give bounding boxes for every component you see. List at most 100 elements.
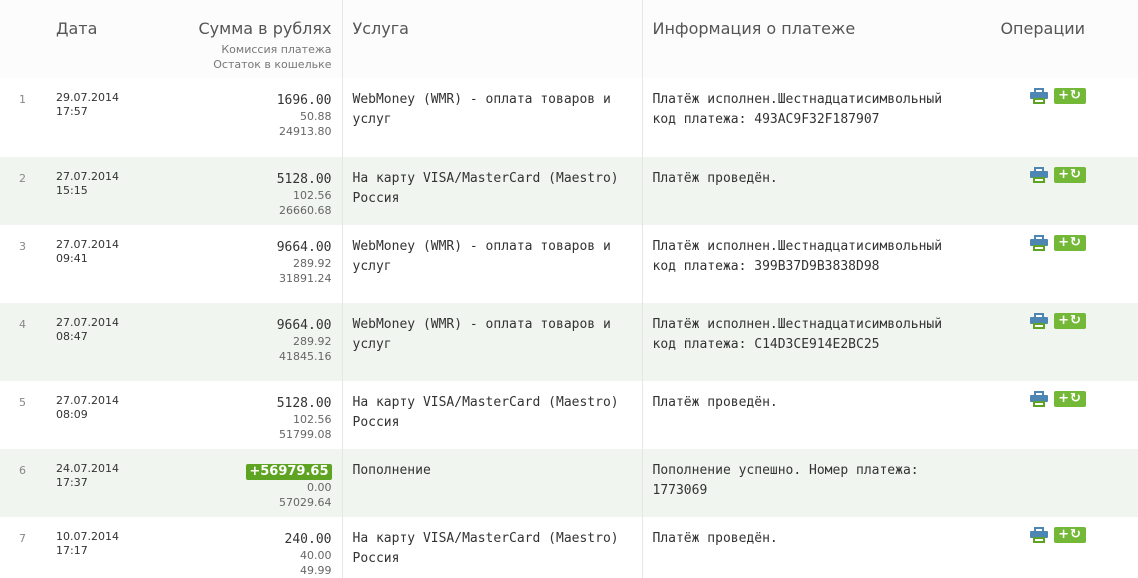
row-number: 7 (19, 532, 26, 545)
row-service: На карту VISA/MasterCard (Maestro) Росси… (342, 517, 643, 578)
header-num (0, 0, 46, 78)
row-number: 3 (19, 240, 26, 253)
printer-icon[interactable] (1030, 88, 1048, 104)
row-operations (958, 449, 1138, 517)
row-number: 2 (19, 172, 26, 185)
row-info: Платёж исполнен.Шестнадцатисимвольный ко… (652, 317, 943, 352)
table-row: 5 27.07.2014 08:09 5128.00 102.56 51799.08 На … (0, 381, 1138, 449)
row-time: 17:37 (56, 476, 88, 489)
table-row: 7 10.07.2014 17:17 240.00 40.00 49.99 На карту… (0, 517, 1138, 578)
row-commission: 0.00 (307, 481, 332, 494)
row-balance: 57029.64 (279, 496, 332, 509)
table-row: 3 27.07.2014 09:41 9664.00 289.92 31891.24 Web… (0, 225, 1138, 303)
table-row: 6 24.07.2014 17:37 +56979.65 0.00 57029.64 Поп… (0, 449, 1138, 517)
row-info: Платёж исполнен.Шестнадцатисимвольный ко… (652, 92, 943, 127)
row-service: WebMoney (WMR) - оплата товаров и услуг (342, 225, 643, 303)
row-commission: 289.92 (293, 335, 332, 348)
plus-repeat-icon[interactable]: +↻ (1054, 527, 1086, 543)
row-commission: 102.56 (293, 189, 332, 202)
row-number: 6 (19, 464, 26, 477)
row-amount: 5128.00 (276, 172, 332, 187)
row-amount: 9664.00 (276, 318, 332, 333)
row-date: 27.07.2014 (56, 170, 119, 183)
row-time: 08:09 (56, 408, 88, 421)
row-date: 24.07.2014 (56, 462, 119, 475)
header-sum: Сумма в рублях Комиссия платежа Остаток … (144, 0, 343, 78)
row-datetime: 24.07.2014 17:37 (46, 449, 144, 517)
row-datetime: 27.07.2014 08:47 (46, 303, 144, 381)
row-amount: +56979.65 (246, 464, 332, 480)
row-date: 27.07.2014 (56, 394, 119, 407)
row-amount: 5128.00 (276, 396, 332, 411)
row-time: 08:47 (56, 330, 88, 343)
row-service: Пополнение (342, 449, 643, 517)
row-service: WebMoney (WMR) - оплата товаров и услуг (342, 303, 643, 381)
row-balance: 31891.24 (279, 272, 332, 285)
payments-table: Дата Сумма в рублях Комиссия платежа Ост… (0, 0, 1138, 578)
row-service: WebMoney (WMR) - оплата товаров и услуг (342, 78, 643, 157)
printer-icon[interactable] (1030, 167, 1048, 183)
printer-icon[interactable] (1030, 527, 1048, 543)
row-operations: +↻ (958, 78, 1138, 157)
row-service: На карту VISA/MasterCard (Maestro) Росси… (342, 157, 643, 225)
row-sum: 9664.00 289.92 41845.16 (144, 303, 343, 381)
table-row: 4 27.07.2014 08:47 9664.00 289.92 41845.16 Web… (0, 303, 1138, 381)
row-amount: 1696.00 (276, 93, 332, 108)
row-datetime: 27.07.2014 15:15 (46, 157, 144, 225)
row-sum: 240.00 40.00 49.99 (144, 517, 343, 578)
row-commission: 102.56 (293, 413, 332, 426)
row-datetime: 27.07.2014 08:09 (46, 381, 144, 449)
row-amount: 240.00 (284, 532, 332, 547)
header-service: Услуга (342, 0, 643, 78)
row-info: Платёж проведён. (652, 395, 778, 410)
plus-repeat-icon[interactable]: +↻ (1054, 167, 1086, 183)
row-sum: 9664.00 289.92 31891.24 (144, 225, 343, 303)
row-balance: 26660.68 (279, 204, 332, 217)
header-operations: Операции (1000, 19, 1085, 38)
row-sum: 5128.00 102.56 51799.08 (144, 381, 343, 449)
row-operations: +↻ (958, 517, 1138, 578)
row-datetime: 27.07.2014 09:41 (46, 225, 144, 303)
row-info: Пополнение успешно. Номер платежа: 17730… (652, 463, 919, 498)
row-number: 4 (19, 318, 26, 331)
row-datetime: 10.07.2014 17:17 (46, 517, 144, 578)
row-balance: 51799.08 (279, 428, 332, 441)
row-operations: +↻ (958, 303, 1138, 381)
printer-icon[interactable] (1030, 313, 1048, 329)
table-body: 1 29.07.2014 17:57 1696.00 50.88 24913.80 WebM… (0, 78, 1138, 578)
header-balance-label: Остаток в кошельке (213, 58, 332, 71)
row-time: 09:41 (56, 252, 88, 265)
printer-icon[interactable] (1030, 235, 1048, 251)
row-info: Платёж исполнен.Шестнадцатисимвольный ко… (652, 239, 943, 274)
row-datetime: 29.07.2014 17:57 (46, 78, 144, 157)
printer-icon[interactable] (1030, 391, 1048, 407)
row-date: 29.07.2014 (56, 91, 119, 104)
row-balance: 24913.80 (279, 125, 332, 138)
plus-repeat-icon[interactable]: +↻ (1054, 88, 1086, 104)
header-info: Информация о платеже (652, 19, 856, 38)
row-time: 15:15 (56, 184, 88, 197)
row-operations: +↻ (958, 157, 1138, 225)
row-number: 1 (19, 93, 26, 106)
plus-repeat-icon[interactable]: +↻ (1054, 313, 1086, 329)
row-info: Платёж проведён. (652, 171, 778, 186)
header-sum-label: Сумма в рублях (198, 19, 332, 38)
row-sum: +56979.65 0.00 57029.64 (144, 449, 343, 517)
row-commission: 289.92 (293, 257, 332, 270)
table-row: 1 29.07.2014 17:57 1696.00 50.88 24913.80 WebM… (0, 78, 1138, 157)
row-sum: 5128.00 102.56 26660.68 (144, 157, 343, 225)
table-row: 2 27.07.2014 15:15 5128.00 102.56 26660.68 На … (0, 157, 1138, 225)
row-date: 10.07.2014 (56, 530, 119, 543)
row-commission: 50.88 (300, 110, 332, 123)
row-sum: 1696.00 50.88 24913.80 (144, 78, 343, 157)
row-date: 27.07.2014 (56, 238, 119, 251)
row-info: Платёж проведён. (652, 531, 778, 546)
table-header: Дата Сумма в рублях Комиссия платежа Ост… (0, 0, 1138, 78)
plus-repeat-icon[interactable]: +↻ (1054, 235, 1086, 251)
header-date: Дата (56, 19, 98, 38)
header-commission-label: Комиссия платежа (221, 43, 332, 56)
row-balance: 41845.16 (279, 350, 332, 363)
row-operations: +↻ (958, 225, 1138, 303)
plus-repeat-icon[interactable]: +↻ (1054, 391, 1086, 407)
row-number: 5 (19, 396, 26, 409)
